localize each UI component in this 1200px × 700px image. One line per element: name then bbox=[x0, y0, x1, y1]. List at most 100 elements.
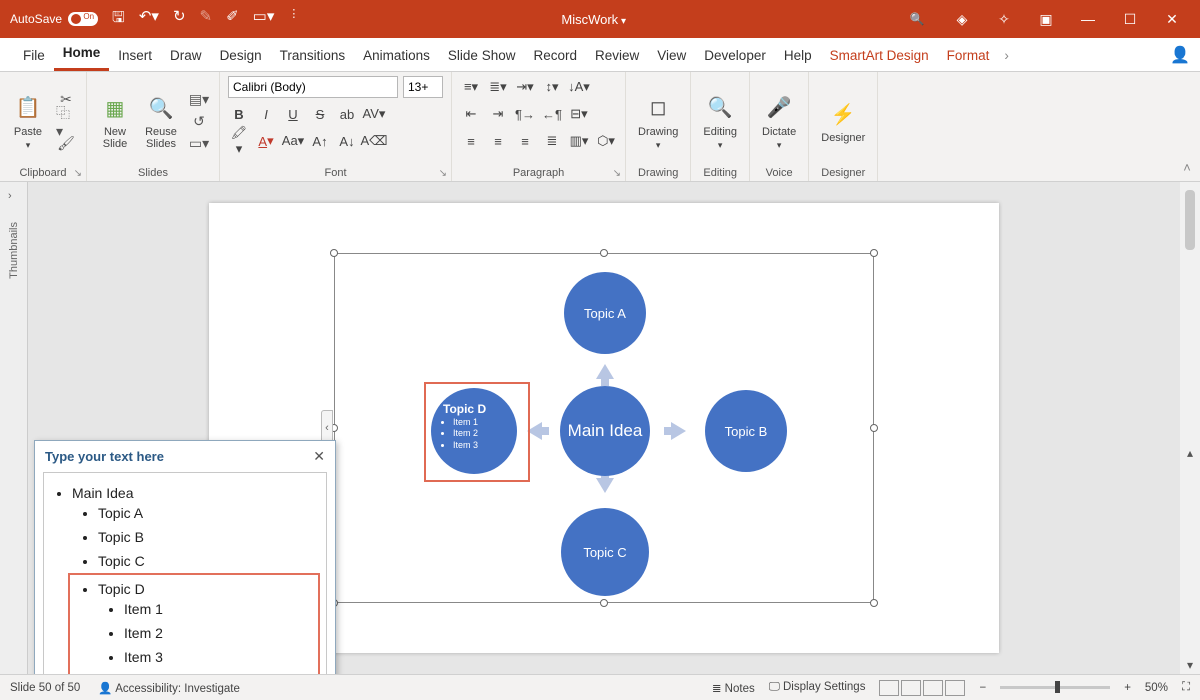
align-left-icon[interactable]: ≡ bbox=[460, 130, 482, 152]
drawing-button[interactable]: ◻ Drawing ▾ bbox=[634, 90, 682, 153]
vertical-scrollbar[interactable]: ▴ ▾ bbox=[1180, 182, 1200, 674]
tab-insert[interactable]: Insert bbox=[109, 40, 161, 71]
save-icon[interactable]: 🖫 bbox=[112, 7, 125, 32]
resize-handle[interactable] bbox=[870, 424, 878, 432]
tab-format[interactable]: Format bbox=[938, 40, 999, 71]
line-spacing-icon[interactable]: ↕▾ bbox=[541, 76, 563, 98]
bold-button[interactable]: B bbox=[228, 103, 250, 125]
tab-transitions[interactable]: Transitions bbox=[271, 40, 355, 71]
justify-icon[interactable]: ≣ bbox=[541, 130, 563, 152]
tab-slideshow[interactable]: Slide Show bbox=[439, 40, 525, 71]
format-painter-icon[interactable]: 🖌 bbox=[56, 134, 76, 152]
undo-icon[interactable]: ↶▾ bbox=[139, 7, 159, 32]
thumbnails-pane[interactable]: › Thumbnails bbox=[0, 182, 28, 674]
clear-formatting-icon[interactable]: A⌫ bbox=[363, 130, 385, 152]
resize-handle[interactable] bbox=[870, 249, 878, 257]
strikethrough-button[interactable]: S bbox=[309, 103, 331, 125]
dialog-launcher-icon[interactable]: ↘ bbox=[613, 168, 621, 179]
accessibility-status[interactable]: 👤 Accessibility: Investigate bbox=[98, 681, 240, 695]
smartart-node-topic-b[interactable]: Topic B bbox=[705, 390, 787, 472]
list-item[interactable]: Item 2 bbox=[124, 621, 316, 645]
collapse-ribbon-icon[interactable]: ˄ bbox=[1174, 72, 1200, 181]
share-icon[interactable]: 👤 bbox=[1160, 39, 1200, 71]
normal-view-icon[interactable] bbox=[879, 680, 899, 696]
columns-icon[interactable]: ▥▾ bbox=[568, 130, 590, 152]
reuse-slides-button[interactable]: 🔍 Reuse Slides bbox=[141, 90, 181, 152]
smartart-node-topic-d[interactable]: Topic D Item 1 Item 2 Item 3 bbox=[431, 388, 517, 474]
close-button[interactable]: ✕ bbox=[1156, 11, 1188, 28]
tab-view[interactable]: View bbox=[648, 40, 695, 71]
reset-icon[interactable]: ↺ bbox=[189, 112, 209, 130]
font-family-input[interactable] bbox=[228, 76, 398, 98]
eyedropper-icon[interactable]: ✐ bbox=[226, 7, 239, 32]
sorter-view-icon[interactable] bbox=[901, 680, 921, 696]
paste-button[interactable]: 📋 Paste ▾ bbox=[8, 90, 48, 153]
zoom-slider[interactable] bbox=[1000, 686, 1110, 689]
diamond-icon[interactable]: ◈ bbox=[946, 11, 978, 28]
text-pane-body[interactable]: Main Idea Topic A Topic B Topic C Topic … bbox=[43, 472, 327, 674]
resize-handle[interactable] bbox=[870, 599, 878, 607]
tab-help[interactable]: Help bbox=[775, 40, 821, 71]
dialog-launcher-icon[interactable]: ↘ bbox=[439, 168, 447, 179]
new-slide-button[interactable]: ▦ New Slide bbox=[95, 90, 135, 152]
autosave-toggle[interactable]: On bbox=[68, 12, 98, 26]
fit-to-window-icon[interactable]: ⛶ bbox=[1182, 681, 1190, 694]
smartart-node-topic-a[interactable]: Topic A bbox=[564, 272, 646, 354]
zoom-out-icon[interactable]: − bbox=[979, 682, 986, 694]
tab-design[interactable]: Design bbox=[211, 40, 271, 71]
slider-knob[interactable] bbox=[1055, 681, 1060, 693]
shadow-button[interactable]: ab bbox=[336, 103, 358, 125]
grow-font-icon[interactable]: A↑ bbox=[309, 130, 331, 152]
smartart-text-pane[interactable]: Type your text here ✕ Main Idea Topic A … bbox=[34, 440, 336, 674]
slideshow-view-icon[interactable] bbox=[945, 680, 965, 696]
ribbon-display-icon[interactable]: ▣ bbox=[1030, 11, 1062, 28]
display-settings-button[interactable]: 🖵 Display Settings bbox=[769, 681, 866, 694]
list-item[interactable]: Item 3 bbox=[124, 645, 316, 669]
from-beginning-icon[interactable]: ▭▾ bbox=[253, 7, 275, 32]
font-color-icon[interactable]: A▾ bbox=[255, 130, 277, 152]
smartart-node-main[interactable]: Main Idea bbox=[560, 386, 650, 476]
zoom-in-icon[interactable]: + bbox=[1124, 682, 1131, 694]
autosave-control[interactable]: AutoSave On bbox=[10, 12, 98, 26]
tab-file[interactable]: File bbox=[14, 40, 54, 71]
align-center-icon[interactable]: ≡ bbox=[487, 130, 509, 152]
list-item[interactable]: Topic B bbox=[98, 525, 320, 549]
minimize-button[interactable]: — bbox=[1072, 11, 1104, 28]
list-level-icon[interactable]: ⇥▾ bbox=[514, 76, 536, 98]
next-slide-icon[interactable]: ▾ bbox=[1187, 656, 1193, 674]
shrink-font-icon[interactable]: A↓ bbox=[336, 130, 358, 152]
highlight-icon[interactable]: 🖍▾ bbox=[228, 130, 250, 152]
tab-home[interactable]: Home bbox=[54, 37, 110, 71]
notes-button[interactable]: ≣ Notes bbox=[712, 681, 755, 695]
tab-draw[interactable]: Draw bbox=[161, 40, 211, 71]
list-item[interactable]: Topic C bbox=[98, 549, 320, 573]
font-size-input[interactable] bbox=[403, 76, 443, 98]
tabs-overflow-icon[interactable]: › bbox=[998, 40, 1015, 71]
list-item[interactable]: Item 1 bbox=[124, 597, 316, 621]
prev-slide-icon[interactable]: ▴ bbox=[1187, 444, 1193, 462]
bullets-icon[interactable]: ≡▾ bbox=[460, 76, 482, 98]
redo-icon[interactable]: ↻ bbox=[173, 7, 186, 32]
tab-smartart-design[interactable]: SmartArt Design bbox=[821, 40, 938, 71]
dictate-button[interactable]: 🎤 Dictate ▾ bbox=[758, 90, 800, 153]
tab-record[interactable]: Record bbox=[524, 40, 586, 71]
smartart-convert-icon[interactable]: ⬡▾ bbox=[595, 130, 617, 152]
maximize-button[interactable]: ☐ bbox=[1114, 11, 1146, 28]
resize-handle[interactable] bbox=[600, 599, 608, 607]
editing-button[interactable]: 🔍 Editing ▾ bbox=[699, 90, 741, 153]
touch-mode-icon[interactable]: ✎ bbox=[200, 7, 213, 32]
character-spacing-icon[interactable]: AV▾ bbox=[363, 103, 385, 125]
copy-icon[interactable]: ⿻▾ bbox=[56, 112, 76, 130]
slide-counter[interactable]: Slide 50 of 50 bbox=[10, 682, 80, 694]
numbering-icon[interactable]: ≣▾ bbox=[487, 76, 509, 98]
underline-button[interactable]: U bbox=[282, 103, 304, 125]
qat-more-icon[interactable]: ⋮ bbox=[288, 7, 299, 32]
list-item[interactable]: Topic D Item 1 Item 2 Item 3 bbox=[98, 577, 316, 673]
search-icon[interactable]: 🔍 bbox=[908, 10, 926, 28]
resize-handle[interactable] bbox=[600, 249, 608, 257]
list-item[interactable]: Main Idea Topic A Topic B Topic C Topic … bbox=[72, 481, 320, 674]
dialog-launcher-icon[interactable]: ↘ bbox=[74, 168, 82, 179]
decrease-indent-icon[interactable]: ⇤ bbox=[460, 103, 482, 125]
tab-developer[interactable]: Developer bbox=[695, 40, 775, 71]
expand-thumbnails-icon[interactable]: › bbox=[8, 190, 12, 202]
